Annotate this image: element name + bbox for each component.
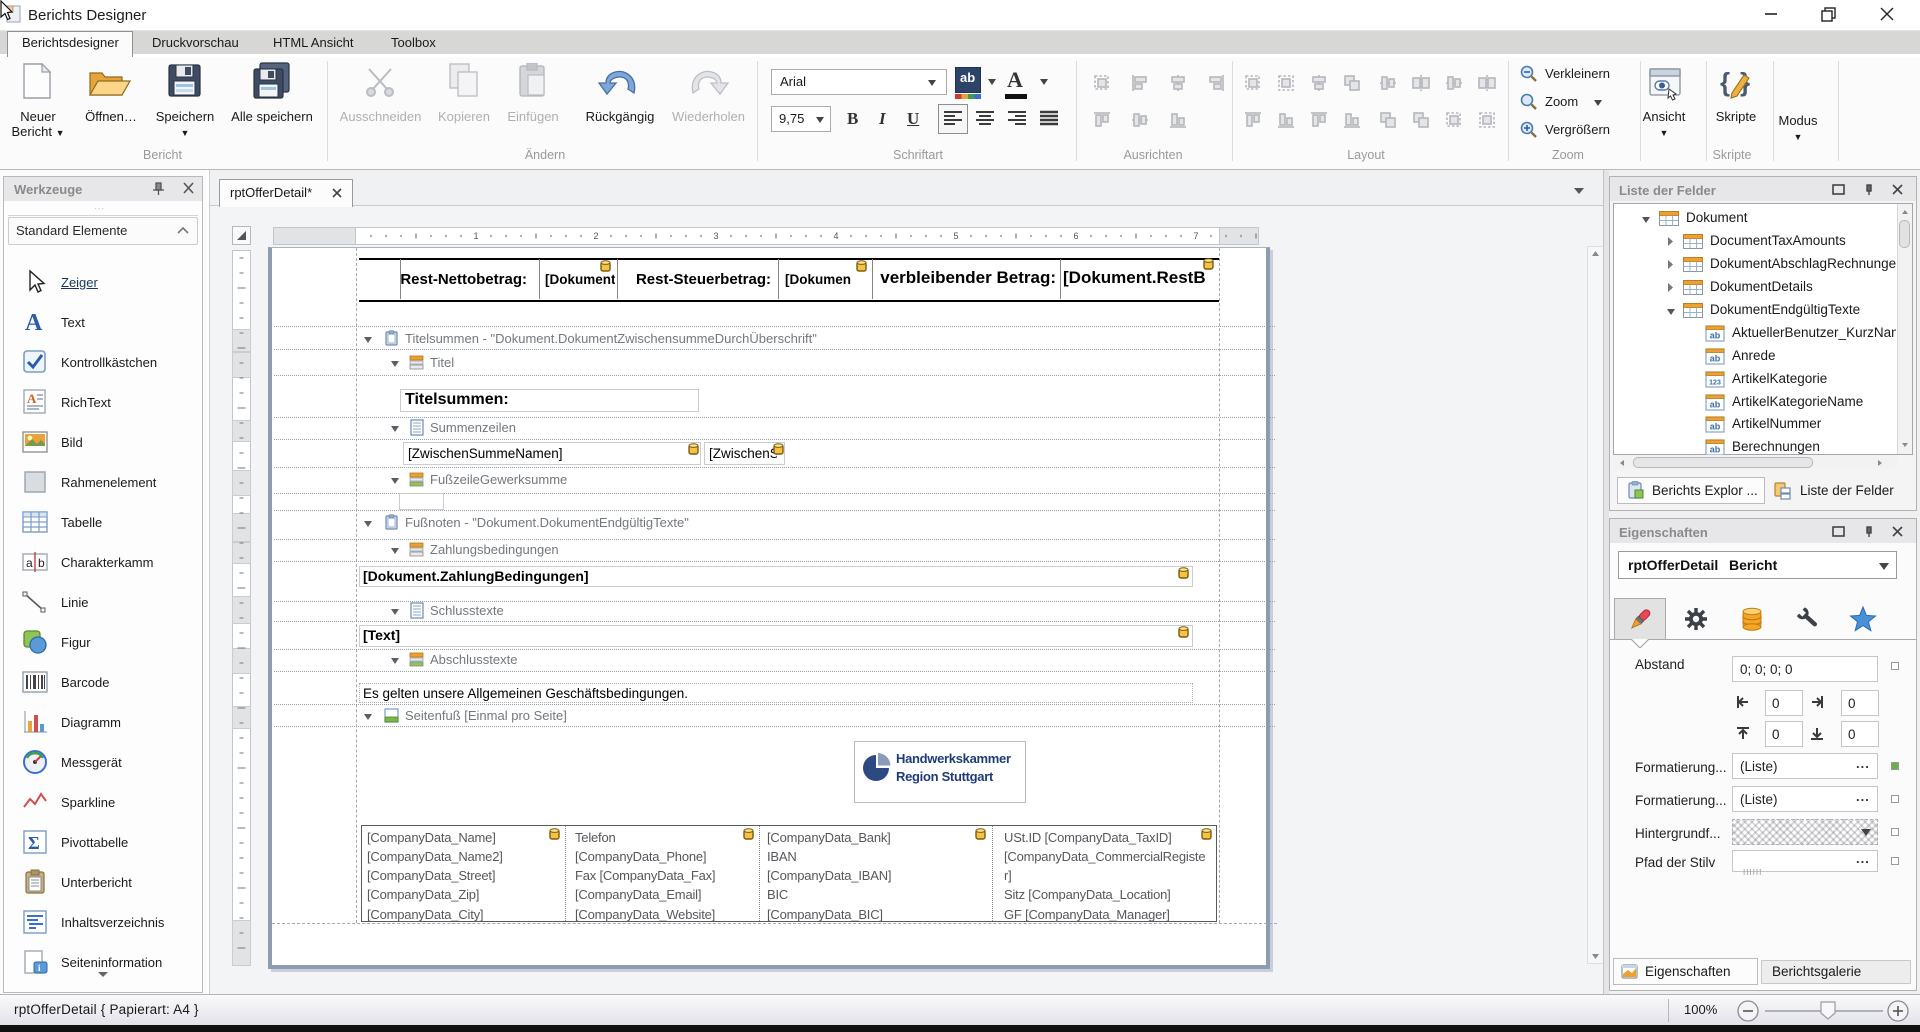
svg-text:6: 6	[1073, 231, 1078, 241]
svg-text:{: {	[1720, 67, 1730, 97]
svg-text:ab: ab	[1710, 422, 1721, 432]
svg-text:4: 4	[833, 231, 838, 241]
svg-text:ab: ab	[1710, 400, 1721, 410]
svg-text:5: 5	[953, 231, 958, 241]
svg-text:2: 2	[593, 231, 598, 241]
svg-text:a: a	[26, 556, 33, 570]
svg-text:Σ: Σ	[28, 833, 40, 853]
svg-text:ab: ab	[1710, 354, 1721, 364]
svg-text:1: 1	[473, 231, 478, 241]
svg-text:A: A	[27, 391, 37, 406]
svg-text:A: A	[25, 310, 43, 335]
svg-text:ab: ab	[1710, 445, 1721, 455]
svg-text:7: 7	[1193, 231, 1198, 241]
svg-text:b: b	[38, 556, 45, 570]
svg-text:ab: ab	[1710, 331, 1721, 341]
svg-text:3: 3	[713, 231, 718, 241]
svg-text:123: 123	[1709, 380, 1721, 387]
